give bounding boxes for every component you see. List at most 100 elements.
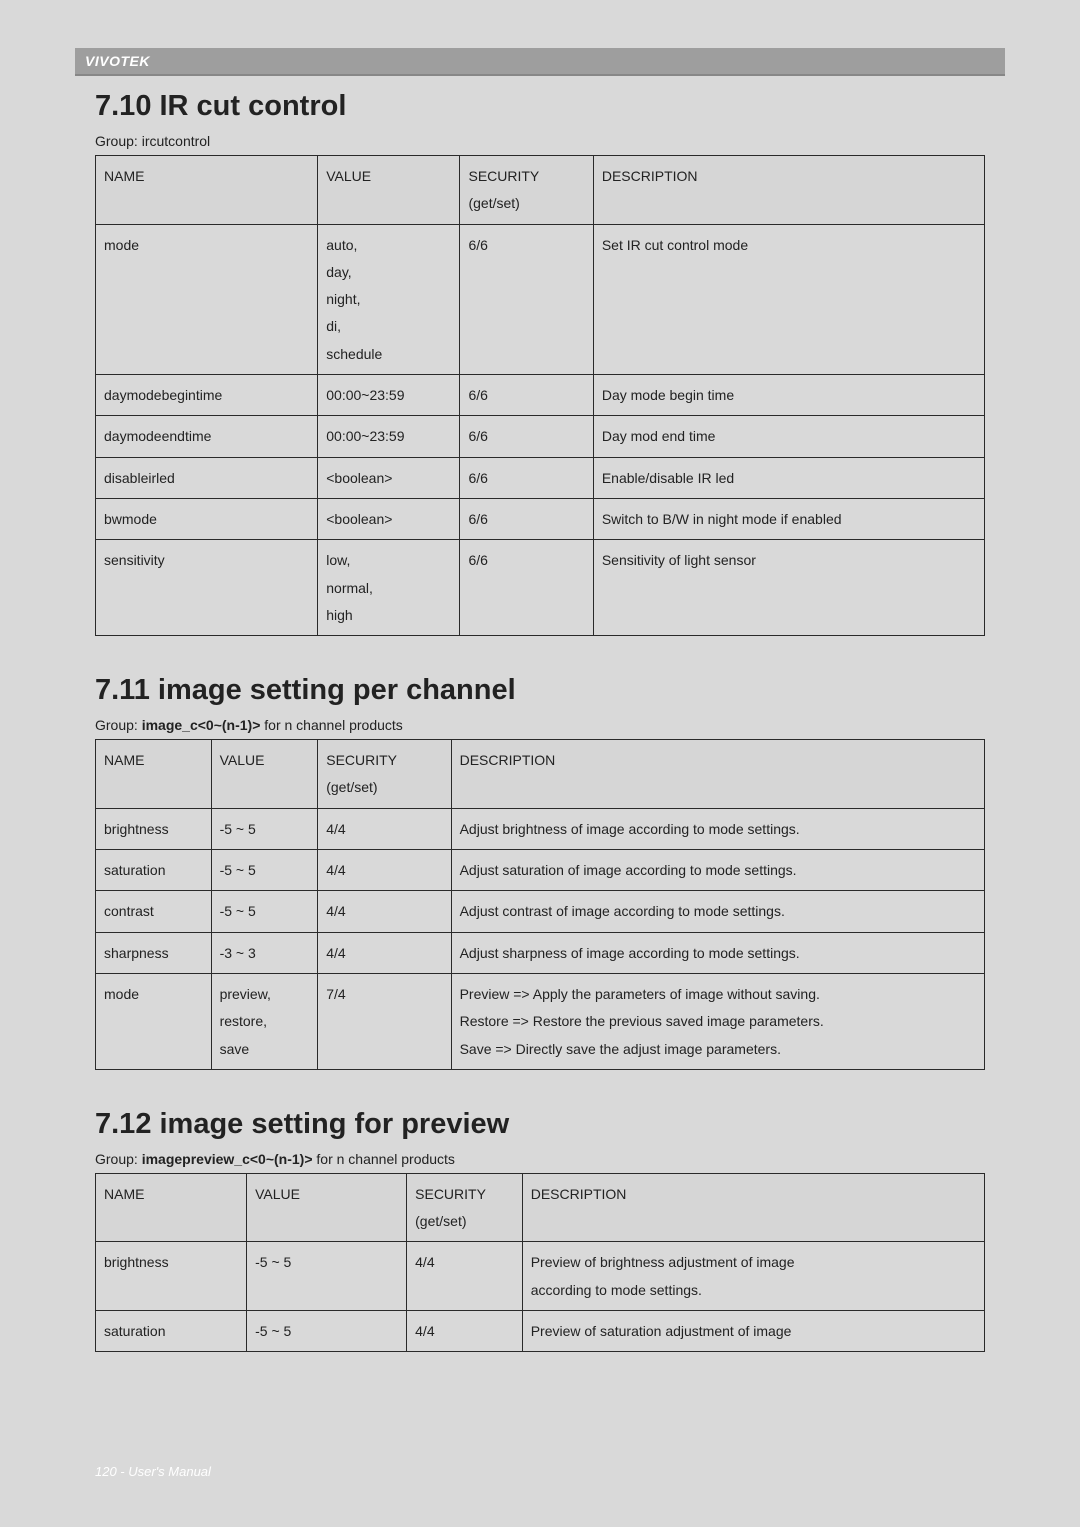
cell-desc: Preview => Apply the parameters of image… xyxy=(451,973,984,1069)
table-row: daymodebegintime 00:00~23:59 6/6 Day mod… xyxy=(96,375,985,416)
cell-security: 4/4 xyxy=(318,850,451,891)
table-711: NAME VALUE SECURITY(get/set) DESCRIPTION… xyxy=(95,739,985,1070)
col-description: DESCRIPTION xyxy=(451,740,984,809)
table-row: saturation -5 ~ 5 4/4 Adjust saturation … xyxy=(96,850,985,891)
col-name: NAME xyxy=(96,1173,247,1242)
cell-desc: Sensitivity of light sensor xyxy=(593,540,984,636)
group-prefix: Group: xyxy=(95,717,142,733)
cell-value: -5 ~ 5 xyxy=(211,850,318,891)
cell-name: saturation xyxy=(96,1311,247,1352)
cell-security: 4/4 xyxy=(407,1242,523,1311)
cell-security: 6/6 xyxy=(460,540,593,636)
col-description: DESCRIPTION xyxy=(522,1173,984,1242)
cell-security: 6/6 xyxy=(460,416,593,457)
table-row: contrast -5 ~ 5 4/4 Adjust contrast of i… xyxy=(96,891,985,932)
cell-name: contrast xyxy=(96,891,212,932)
cell-security: 4/4 xyxy=(407,1311,523,1352)
cell-name: mode xyxy=(96,224,318,374)
group-bold: image_c<0~(n-1)> xyxy=(142,717,261,733)
table-row: sensitivity low,normal,high 6/6 Sensitiv… xyxy=(96,540,985,636)
col-security: SECURITY(get/set) xyxy=(407,1173,523,1242)
group-suffix: ircutcontrol xyxy=(142,133,210,149)
cell-value: 00:00~23:59 xyxy=(318,416,460,457)
cell-desc: Adjust saturation of image according to … xyxy=(451,850,984,891)
brand-text: VIVOTEK xyxy=(85,53,150,69)
section-heading-711: 7.11 image setting per channel xyxy=(95,674,985,707)
cell-desc: Adjust sharpness of image according to m… xyxy=(451,932,984,973)
cell-value: <boolean> xyxy=(318,498,460,539)
cell-value: preview,restore,save xyxy=(211,973,318,1069)
cell-value: -5 ~ 5 xyxy=(211,808,318,849)
cell-name: bwmode xyxy=(96,498,318,539)
cell-value: -5 ~ 5 xyxy=(247,1311,407,1352)
cell-value: low,normal,high xyxy=(318,540,460,636)
group-line-710: Group: ircutcontrol xyxy=(95,133,985,149)
cell-security: 7/4 xyxy=(318,973,451,1069)
cell-value: 00:00~23:59 xyxy=(318,375,460,416)
table-header-row: NAME VALUE SECURITY(get/set) DESCRIPTION xyxy=(96,1173,985,1242)
cell-security: 6/6 xyxy=(460,375,593,416)
cell-name: saturation xyxy=(96,850,212,891)
col-name: NAME xyxy=(96,156,318,225)
cell-value: -3 ~ 3 xyxy=(211,932,318,973)
cell-desc: Preview of brightness adjustment of imag… xyxy=(522,1242,984,1311)
cell-security: 6/6 xyxy=(460,457,593,498)
group-prefix: Group: xyxy=(95,133,142,149)
table-710: NAME VALUE SECURITY(get/set) DESCRIPTION… xyxy=(95,155,985,636)
table-row: sharpness -3 ~ 3 4/4 Adjust sharpness of… xyxy=(96,932,985,973)
cell-security: 6/6 xyxy=(460,498,593,539)
cell-name: mode xyxy=(96,973,212,1069)
group-prefix: Group: xyxy=(95,1151,142,1167)
group-line-712: Group: imagepreview_c<0~(n-1)> for n cha… xyxy=(95,1151,985,1167)
cell-name: sensitivity xyxy=(96,540,318,636)
page-content: 7.10 IR cut control Group: ircutcontrol … xyxy=(95,90,985,1437)
table-header-row: NAME VALUE SECURITY(get/set) DESCRIPTION xyxy=(96,740,985,809)
cell-security: 4/4 xyxy=(318,932,451,973)
cell-desc: Day mode begin time xyxy=(593,375,984,416)
col-security: SECURITY(get/set) xyxy=(460,156,593,225)
table-row: daymodeendtime 00:00~23:59 6/6 Day mod e… xyxy=(96,416,985,457)
table-header-row: NAME VALUE SECURITY(get/set) DESCRIPTION xyxy=(96,156,985,225)
cell-name: daymodeendtime xyxy=(96,416,318,457)
col-value: VALUE xyxy=(247,1173,407,1242)
table-row: brightness -5 ~ 5 4/4 Preview of brightn… xyxy=(96,1242,985,1311)
table-row: mode auto,day,night,di,schedule 6/6 Set … xyxy=(96,224,985,374)
cell-value: -5 ~ 5 xyxy=(247,1242,407,1311)
col-description: DESCRIPTION xyxy=(593,156,984,225)
cell-name: disableirled xyxy=(96,457,318,498)
section-heading-712: 7.12 image setting for preview xyxy=(95,1108,985,1141)
cell-desc: Day mod end time xyxy=(593,416,984,457)
cell-name: brightness xyxy=(96,808,212,849)
table-712: NAME VALUE SECURITY(get/set) DESCRIPTION… xyxy=(95,1173,985,1352)
col-value: VALUE xyxy=(211,740,318,809)
cell-value: auto,day,night,di,schedule xyxy=(318,224,460,374)
cell-desc: Adjust contrast of image according to mo… xyxy=(451,891,984,932)
cell-security: 4/4 xyxy=(318,891,451,932)
col-security: SECURITY(get/set) xyxy=(318,740,451,809)
cell-security: 4/4 xyxy=(318,808,451,849)
table-row: brightness -5 ~ 5 4/4 Adjust brightness … xyxy=(96,808,985,849)
brand-header: VIVOTEK xyxy=(75,48,1005,76)
table-row: bwmode <boolean> 6/6 Switch to B/W in ni… xyxy=(96,498,985,539)
cell-desc: Switch to B/W in night mode if enabled xyxy=(593,498,984,539)
cell-value: <boolean> xyxy=(318,457,460,498)
cell-desc: Enable/disable IR led xyxy=(593,457,984,498)
group-bold: imagepreview_c<0~(n-1)> xyxy=(142,1151,313,1167)
group-suffix: for n channel products xyxy=(260,717,402,733)
cell-name: daymodebegintime xyxy=(96,375,318,416)
cell-desc: Preview of saturation adjustment of imag… xyxy=(522,1311,984,1352)
section-heading-710: 7.10 IR cut control xyxy=(95,90,985,123)
table-row: disableirled <boolean> 6/6 Enable/disabl… xyxy=(96,457,985,498)
cell-security: 6/6 xyxy=(460,224,593,374)
table-row: saturation -5 ~ 5 4/4 Preview of saturat… xyxy=(96,1311,985,1352)
cell-desc: Set IR cut control mode xyxy=(593,224,984,374)
table-row: mode preview,restore,save 7/4 Preview =>… xyxy=(96,973,985,1069)
cell-value: -5 ~ 5 xyxy=(211,891,318,932)
col-name: NAME xyxy=(96,740,212,809)
cell-desc: Adjust brightness of image according to … xyxy=(451,808,984,849)
group-suffix: for n channel products xyxy=(313,1151,455,1167)
group-line-711: Group: image_c<0~(n-1)> for n channel pr… xyxy=(95,717,985,733)
cell-name: sharpness xyxy=(96,932,212,973)
col-value: VALUE xyxy=(318,156,460,225)
page-footer: 120 - User's Manual xyxy=(95,1464,211,1479)
